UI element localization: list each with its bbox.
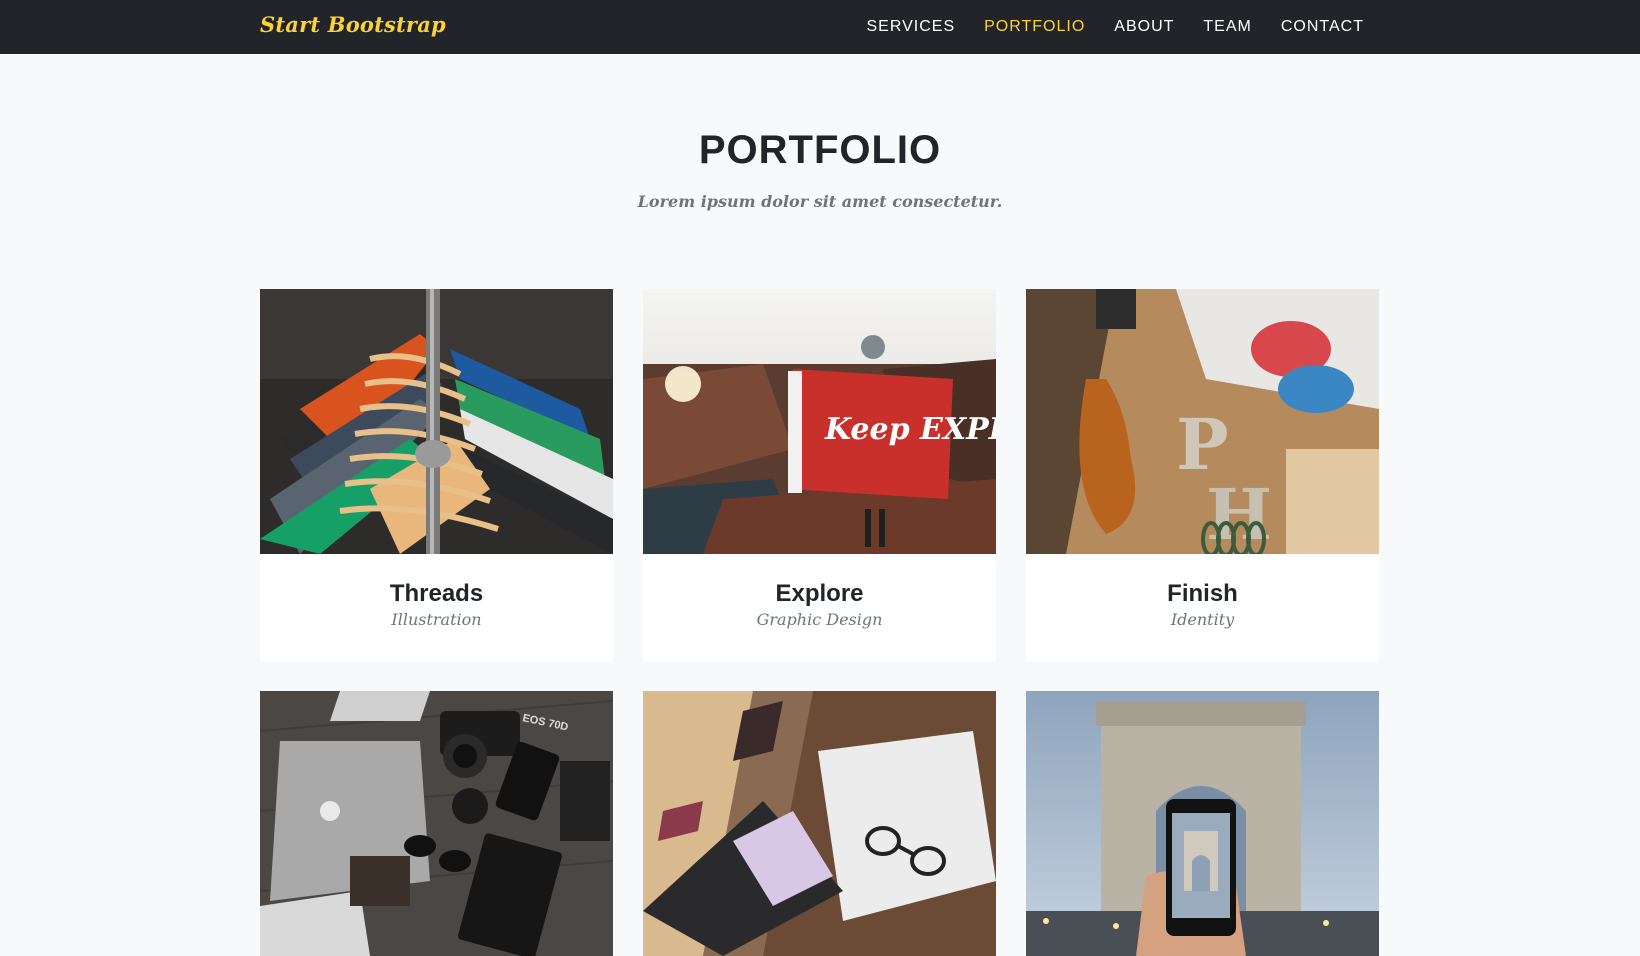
clothes-rack-photo[interactable] xyxy=(260,289,613,554)
portfolio-caption: Threads Illustration xyxy=(260,554,613,661)
nav-menu: SERVICES PORTFOLIO ABOUT TEAM CONTACT xyxy=(866,0,1364,54)
portfolio-title: Threads xyxy=(389,580,484,607)
portfolio-item-threads[interactable]: Threads Illustration xyxy=(260,289,613,661)
portfolio-item-4[interactable]: EOS 70D xyxy=(260,691,613,956)
workshop-tools-photo[interactable]: P H xyxy=(1026,289,1379,554)
laptop-camera-flatlay-photo[interactable]: EOS 70D xyxy=(260,691,613,956)
portfolio-caption: Finish Identity xyxy=(1026,554,1379,661)
nav-link-contact[interactable]: CONTACT xyxy=(1281,18,1364,36)
section-heading: PORTFOLIO xyxy=(698,128,942,172)
nav-link-services[interactable]: SERVICES xyxy=(866,18,955,36)
nav-link-team[interactable]: TEAM xyxy=(1203,18,1251,36)
brand-logo[interactable]: Start Bootstrap xyxy=(260,12,446,37)
portfolio-item-explore[interactable]: Keep EXPLORING Explore Graphic Design xyxy=(643,289,996,661)
portfolio-title: Finish xyxy=(1167,580,1238,607)
portfolio-item-finish[interactable]: P H Finish Identity xyxy=(1026,289,1379,661)
keep-exploring-flag-photo[interactable]: Keep EXPLORING xyxy=(643,289,996,554)
desk-laptop-glasses-photo[interactable] xyxy=(643,691,996,956)
portfolio-category: Identity xyxy=(1170,610,1235,629)
arc-de-triomphe-phone-photo[interactable] xyxy=(1026,691,1379,956)
portfolio-category: Illustration xyxy=(391,610,482,629)
portfolio-item-6[interactable] xyxy=(1026,691,1379,956)
portfolio-grid: Threads Illustration Keep EXP Explore Gr… xyxy=(260,289,1380,956)
portfolio-category: Graphic Design xyxy=(756,610,883,629)
portfolio-item-5[interactable] xyxy=(643,691,996,956)
nav-link-portfolio[interactable]: PORTFOLIO xyxy=(984,18,1085,36)
portfolio-title: Explore xyxy=(775,580,864,607)
flag-text-keep: Keep EXPLORING xyxy=(824,412,996,447)
navbar: Start Bootstrap SERVICES PORTFOLIO ABOUT… xyxy=(0,0,1640,54)
portfolio-caption: Explore Graphic Design xyxy=(643,554,996,661)
section-subheading: Lorem ipsum dolor sit amet consectetur. xyxy=(637,192,1003,211)
nav-link-about[interactable]: ABOUT xyxy=(1114,18,1174,36)
